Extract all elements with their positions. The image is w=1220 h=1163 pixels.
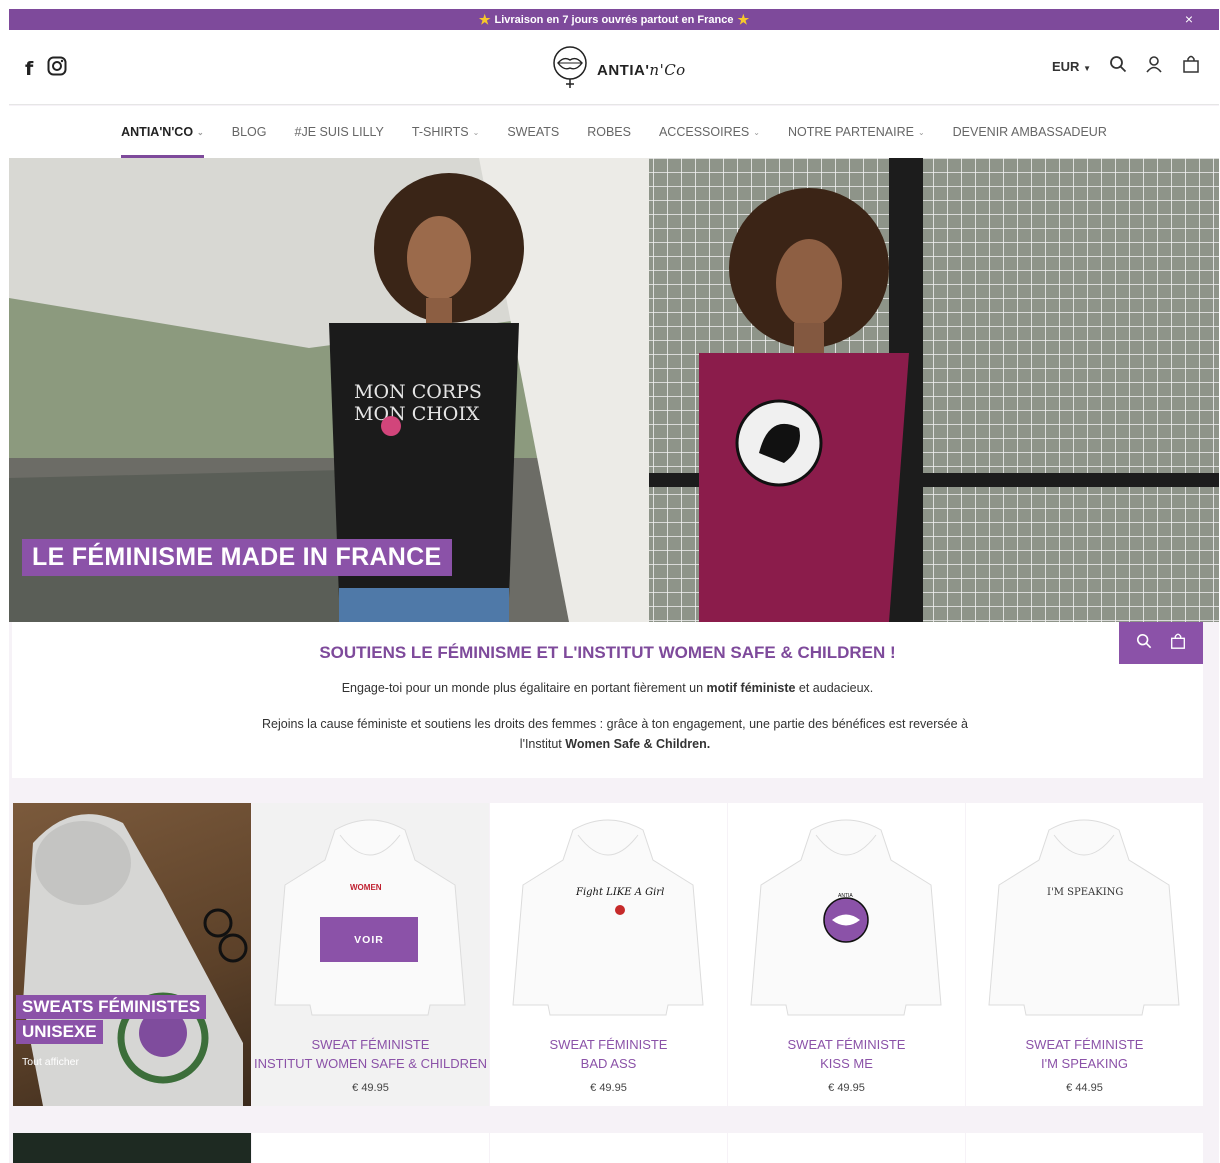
product-card[interactable]: Fight LIKE A Girl SWEAT FÉMINISTE BAD ASS… bbox=[490, 803, 727, 1106]
nav-item-tshirts[interactable]: T-SHIRTS ⌄ bbox=[398, 106, 493, 158]
view-all-link[interactable]: Tout afficher bbox=[22, 1056, 79, 1068]
svg-text:MON CHOIX: MON CHOIX bbox=[354, 403, 480, 425]
page: ★ Livraison en 7 jours ouvrés partout en… bbox=[9, 9, 1219, 1163]
svg-text:MON CORPS: MON CORPS bbox=[354, 381, 482, 403]
cart-icon[interactable] bbox=[1181, 54, 1201, 79]
product-card[interactable] bbox=[966, 1133, 1203, 1163]
collection-card[interactable]: SWEATS FÉMINISTES UNISEXE Tout afficher bbox=[13, 803, 251, 1106]
product-price: € 49.95 bbox=[828, 1082, 865, 1094]
product-name: SWEAT FÉMINISTE KISS ME bbox=[787, 1037, 906, 1071]
nav-item-ambassadeur[interactable]: DEVENIR AMBASSADEUR bbox=[939, 106, 1121, 158]
site-logo[interactable]: ANTIA'n'Co bbox=[549, 45, 686, 94]
instagram-icon[interactable] bbox=[47, 56, 67, 81]
product-card[interactable]: I'M SPEAKING SWEAT FÉMINISTE I'M SPEAKING… bbox=[966, 803, 1203, 1106]
svg-text:WOMEN: WOMEN bbox=[350, 883, 382, 892]
nav-item-antiaco[interactable]: ANTIA'N'CO ⌄ bbox=[107, 106, 218, 158]
announcement-bar: ★ Livraison en 7 jours ouvrés partout en… bbox=[9, 9, 1219, 30]
intro-heading: SOUTIENS LE FÉMINISME ET L'INSTITUT WOME… bbox=[319, 643, 896, 662]
svg-text:I'M SPEAKING: I'M SPEAKING bbox=[1047, 887, 1123, 898]
main-nav: ANTIA'N'CO ⌄ BLOG #JE SUIS LILLY T-SHIRTS… bbox=[9, 106, 1219, 158]
nav-item-robes[interactable]: ROBES bbox=[573, 106, 645, 158]
svg-text:Fight LIKE A Girl: Fight LIKE A Girl bbox=[575, 887, 664, 898]
product-image: Fight LIKE A Girl bbox=[512, 819, 704, 1016]
product-card[interactable] bbox=[728, 1133, 965, 1163]
product-card[interactable] bbox=[490, 1133, 727, 1163]
nav-item-je-suis-lilly[interactable]: #JE SUIS LILLY bbox=[281, 106, 398, 158]
intro-paragraph-2: Rejoins la cause féministe et soutiens l… bbox=[262, 717, 968, 751]
collection-title-line-1: SWEATS FÉMINISTES bbox=[16, 995, 207, 1019]
product-price: € 44.95 bbox=[1066, 1082, 1103, 1094]
cart-icon[interactable] bbox=[1169, 632, 1187, 655]
star-icon: ★ bbox=[737, 11, 750, 27]
announcement-text: Livraison en 7 jours ouvrés partout en F… bbox=[494, 13, 734, 26]
nav-item-sweats[interactable]: SWEATS bbox=[493, 106, 573, 158]
site-header: f ANTIA'n'Co EUR ▼ bbox=[9, 30, 1219, 105]
quick-view-button[interactable]: VOIR bbox=[320, 917, 418, 962]
product-name: SWEAT FÉMINISTE INSTITUT WOMEN SAFE & CHI… bbox=[253, 1037, 488, 1071]
chevron-down-icon: ⌄ bbox=[917, 127, 925, 137]
product-name: SWEAT FÉMINISTE BAD ASS bbox=[549, 1037, 668, 1071]
product-card[interactable] bbox=[252, 1133, 489, 1163]
svg-text:ANTIA: ANTIA bbox=[838, 893, 853, 899]
product-image: ANTIA bbox=[750, 819, 942, 1016]
floating-actions bbox=[1119, 622, 1203, 664]
product-card[interactable]: WOMEN VOIR SWEAT FÉMINISTE INSTITUT WOMEN… bbox=[252, 803, 489, 1106]
search-icon[interactable] bbox=[1136, 633, 1152, 654]
product-image: I'M SPEAKING bbox=[988, 819, 1180, 1016]
currency-selector[interactable]: EUR ▼ bbox=[1052, 59, 1091, 74]
collection-card[interactable] bbox=[13, 1133, 251, 1163]
search-icon[interactable] bbox=[1109, 55, 1127, 78]
product-grid: SWEATS FÉMINISTES UNISEXE Tout afficher … bbox=[13, 803, 1203, 1106]
star-icon: ★ bbox=[478, 11, 491, 27]
nav-item-accessoires[interactable]: ACCESSOIRES ⌄ bbox=[645, 106, 774, 158]
collection-title-line-2: UNISEXE bbox=[16, 1020, 103, 1044]
social-links: f bbox=[25, 56, 67, 81]
hero-banner[interactable]: MON CORPS MON CHOIX LE FÉMINISME MADE IN… bbox=[9, 158, 1219, 622]
chevron-down-icon: ⌄ bbox=[472, 127, 480, 137]
intro-section: SOUTIENS LE FÉMINISME ET L'INSTITUT WOME… bbox=[12, 622, 1203, 778]
product-grid-next-row bbox=[13, 1133, 1203, 1163]
product-card[interactable]: ANTIA SWEAT FÉMINISTE KISS ME € 49.95 bbox=[728, 803, 965, 1106]
brand-name: ANTIA'n'Co bbox=[597, 60, 686, 79]
product-price: € 49.95 bbox=[352, 1082, 389, 1094]
nav-item-blog[interactable]: BLOG bbox=[218, 106, 281, 158]
facebook-icon[interactable]: f bbox=[25, 58, 33, 80]
hero-title: LE FÉMINISME MADE IN FRANCE bbox=[22, 539, 452, 576]
account-icon[interactable] bbox=[1145, 55, 1163, 78]
close-announcement-button[interactable]: × bbox=[1185, 11, 1193, 27]
intro-paragraph-1: Engage-toi pour un monde plus égalitaire… bbox=[341, 681, 874, 695]
product-name: SWEAT FÉMINISTE I'M SPEAKING bbox=[1025, 1037, 1144, 1071]
chevron-down-icon: ⌄ bbox=[197, 127, 204, 137]
product-price: € 49.95 bbox=[590, 1082, 627, 1094]
nav-item-partenaire[interactable]: NOTRE PARTENAIRE ⌄ bbox=[774, 106, 939, 158]
chevron-down-icon: ⌄ bbox=[753, 127, 760, 137]
header-tools: EUR ▼ bbox=[1052, 54, 1201, 79]
lips-logo-icon bbox=[549, 45, 591, 94]
